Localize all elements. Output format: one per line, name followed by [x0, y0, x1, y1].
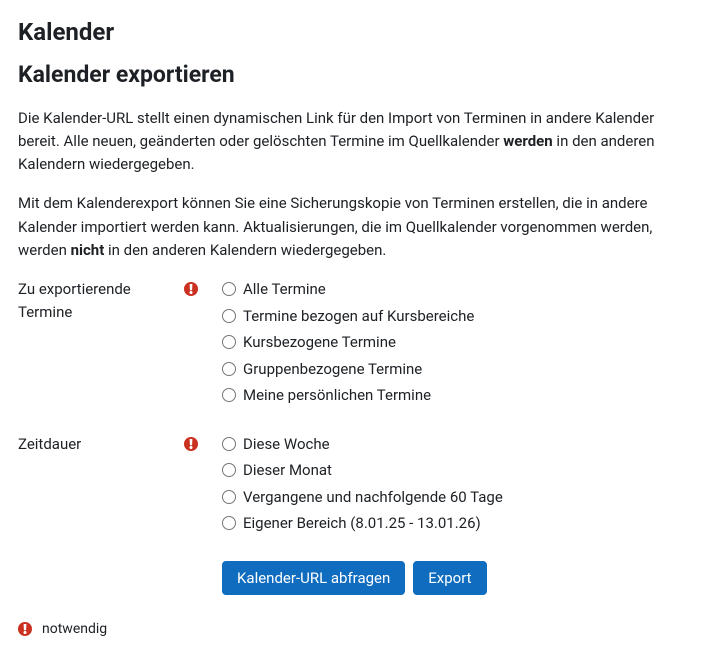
radio-label[interactable]: Kursbezogene Termine	[243, 331, 396, 354]
description-paragraph-1: Die Kalender-URL stellt einen dynamische…	[18, 107, 695, 177]
required-icon	[184, 282, 198, 296]
p2-bold: nicht	[71, 241, 105, 259]
radio-category-events[interactable]	[222, 309, 236, 323]
required-icon	[18, 622, 32, 636]
radio-label[interactable]: Alle Termine	[243, 278, 326, 301]
export-events-options: Alle Termine Termine bezogen auf Kursber…	[198, 278, 695, 411]
radio-option: Alle Termine	[222, 278, 695, 301]
radio-this-week[interactable]	[222, 437, 236, 451]
radio-label[interactable]: Dieser Monat	[243, 459, 332, 482]
radio-group-events[interactable]	[222, 362, 236, 376]
export-events-label-col: Zu exportierende Termine	[18, 278, 198, 323]
radio-course-events[interactable]	[222, 335, 236, 349]
radio-label[interactable]: Eigener Bereich (8.01.25 - 13.01.26)	[243, 512, 481, 535]
export-events-row: Zu exportierende Termine Alle Termine Te…	[18, 278, 695, 411]
radio-label[interactable]: Termine bezogen auf Kursbereiche	[243, 305, 474, 328]
radio-option: Gruppenbezogene Termine	[222, 358, 695, 381]
time-period-label-col: Zeitdauer	[18, 433, 198, 456]
radio-custom-range[interactable]	[222, 516, 236, 530]
required-legend: notwendig	[18, 619, 695, 640]
radio-option: Dieser Monat	[222, 459, 695, 482]
radio-personal-events[interactable]	[222, 388, 236, 402]
radio-option: Diese Woche	[222, 433, 695, 456]
radio-option: Eigener Bereich (8.01.25 - 13.01.26)	[222, 512, 695, 535]
p2-post: in den anderen Kalendern wiedergegeben.	[104, 241, 386, 259]
description-paragraph-2: Mit dem Kalenderexport können Sie eine S…	[18, 192, 695, 262]
required-legend-text: notwendig	[42, 619, 107, 640]
radio-label[interactable]: Vergangene und nachfolgende 60 Tage	[243, 486, 503, 509]
time-period-label: Zeitdauer	[18, 433, 178, 456]
export-button[interactable]: Export	[413, 561, 486, 595]
time-period-options: Diese Woche Dieser Monat Vergangene und …	[198, 433, 695, 539]
time-period-row: Zeitdauer Diese Woche Dieser Monat Verga…	[18, 433, 695, 539]
radio-option: Termine bezogen auf Kursbereiche	[222, 305, 695, 328]
radio-label[interactable]: Diese Woche	[243, 433, 330, 456]
radio-option: Meine persönlichen Termine	[222, 384, 695, 407]
radio-all-events[interactable]	[222, 282, 236, 296]
radio-this-month[interactable]	[222, 463, 236, 477]
radio-recent-next-60[interactable]	[222, 490, 236, 504]
required-icon	[184, 437, 198, 451]
radio-label[interactable]: Gruppenbezogene Termine	[243, 358, 422, 381]
radio-option: Kursbezogene Termine	[222, 331, 695, 354]
radio-label[interactable]: Meine persönlichen Termine	[243, 384, 431, 407]
button-row: Kalender-URL abfragen Export	[18, 561, 695, 595]
radio-option: Vergangene und nachfolgende 60 Tage	[222, 486, 695, 509]
section-title: Kalender exportieren	[18, 58, 695, 93]
page-title: Kalender	[18, 14, 695, 50]
export-events-label: Zu exportierende Termine	[18, 278, 178, 323]
get-calendar-url-button[interactable]: Kalender-URL abfragen	[222, 561, 405, 595]
p1-bold: werden	[503, 132, 552, 150]
